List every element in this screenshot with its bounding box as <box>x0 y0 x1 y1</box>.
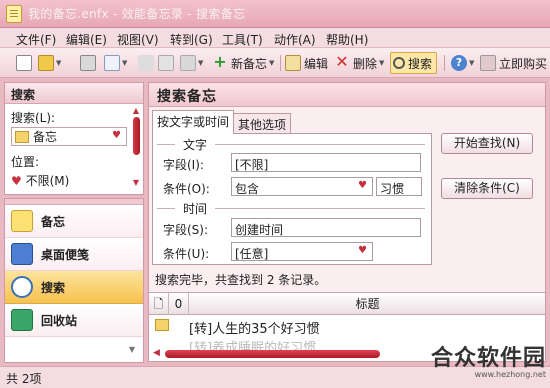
nav-item-notes[interactable]: 备忘 <box>5 205 143 238</box>
position-option[interactable]: ♥ 不限(M) <box>11 172 69 189</box>
time-group-label: 时间 <box>183 202 208 216</box>
watermark: 合众软件园 www.hezhong.net <box>418 340 546 388</box>
paste-icon <box>180 55 196 71</box>
search-label: 搜索(L): <box>11 111 56 125</box>
time-field-label: 字段(S): <box>163 223 209 237</box>
nav-options-icon[interactable]: ▼ <box>5 337 143 362</box>
tab-text-or-time[interactable]: 按文字或时间 <box>152 110 235 134</box>
delete-x-icon: ✕ <box>335 52 349 71</box>
menu-actions[interactable]: 动作(A) <box>274 31 316 48</box>
scroll-thumb[interactable] <box>132 117 140 155</box>
menu-help[interactable]: 帮助(H) <box>326 31 368 48</box>
printer-icon <box>80 55 96 71</box>
open-folder-icon <box>38 55 54 71</box>
delete-button[interactable]: ✕ 删除 ▼ <box>334 53 384 73</box>
new-doc-button[interactable] <box>16 53 32 73</box>
window-title: 我的备忘.enfx - 效能备忘录 - 搜索备忘 <box>28 7 246 21</box>
print-button[interactable] <box>80 53 96 73</box>
tab-other-options[interactable]: 其他选项 <box>233 113 292 133</box>
navigation-pane: 备忘 桌面便笺 搜索 回收站 ▼ <box>4 198 144 363</box>
help-button[interactable]: ? ▼ <box>451 53 474 73</box>
search-panel: 搜索备忘 按文字或时间 其他选项 文字 字段(I): [不限] 条件(O): 包… <box>148 82 546 362</box>
menu-goto[interactable]: 转到(G) <box>170 31 213 48</box>
text-condition-select[interactable]: 包含 ♥ <box>231 177 373 196</box>
cut-button[interactable] <box>138 53 154 73</box>
help-icon: ? <box>451 55 467 71</box>
copy-button[interactable] <box>158 53 174 73</box>
scroll-down-icon: ▼ <box>132 178 140 187</box>
text-field-label: 字段(I): <box>163 158 204 172</box>
plus-icon: + <box>213 52 227 71</box>
sticky-note-icon <box>11 243 33 265</box>
nav-item-search[interactable]: 搜索 <box>5 271 143 304</box>
table-row[interactable]: [转]人生的35个好习惯 <box>149 315 545 337</box>
text-field-select[interactable]: [不限] <box>231 153 421 172</box>
new-doc-icon <box>16 55 32 71</box>
item-count: 共 2项 <box>6 372 42 386</box>
left-search-header: 搜索 <box>5 83 143 104</box>
magnifier-icon <box>11 276 33 298</box>
preview-icon <box>104 55 120 71</box>
search-folder-combo[interactable]: 备忘 ♥ <box>11 127 127 146</box>
search-button[interactable]: 搜索 <box>390 52 438 74</box>
start-search-button[interactable]: 开始查找(N) <box>441 133 533 154</box>
recycle-bin-icon <box>11 309 33 331</box>
heart-dropdown-icon: ♥ <box>358 180 367 191</box>
nav-item-sticky-notes[interactable]: 桌面便笺 <box>5 238 143 271</box>
text-group-label: 文字 <box>183 138 208 152</box>
open-button[interactable]: ▼ <box>38 53 61 73</box>
title-bar: 我的备忘.enfx - 效能备忘录 - 搜索备忘 <box>0 0 550 28</box>
results-hscrollbar[interactable]: ◀ <box>149 348 429 360</box>
cart-icon <box>480 55 496 71</box>
pencil-icon <box>285 55 301 71</box>
copy-icon <box>158 55 174 71</box>
menu-file[interactable]: 文件(F) <box>16 31 56 48</box>
column-attachment-icon[interactable]: 0 <box>169 293 189 315</box>
position-label: 位置: <box>11 155 40 169</box>
heart-dropdown-icon: ♥ <box>112 130 121 141</box>
scroll-thumb[interactable] <box>165 350 380 358</box>
search-panel-title: 搜索备忘 <box>149 83 545 107</box>
paste-button[interactable]: ▼ <box>180 53 203 73</box>
left-search-panel: 搜索 搜索(L): 备忘 ♥ 位置: ♥ 不限(M) ▲ ▼ <box>4 82 144 195</box>
menu-view[interactable]: 视图(V) <box>117 31 159 48</box>
watermark-text: 合众软件园 <box>430 346 546 371</box>
time-condition-select[interactable]: [任意] ♥ <box>231 242 373 261</box>
folder-icon <box>155 319 169 331</box>
scroll-up-icon: ▲ <box>132 106 140 115</box>
row-title: [转]人生的35个好习惯 <box>189 322 320 337</box>
menu-bar: 文件(F) 编辑(E) 视图(V) 转到(G) 工具(T) 动作(A) 帮助(H… <box>0 28 550 48</box>
scroll-left-icon: ◀ <box>153 348 160 358</box>
clear-criteria-button[interactable]: 清除条件(C) <box>441 178 533 199</box>
text-condition-label: 条件(O): <box>163 182 210 196</box>
folder-icon <box>15 130 29 143</box>
search-folder-value: 备忘 <box>33 130 58 144</box>
toolbar: ▼ ▼ ▼ + 新备忘 ▼ 编辑 ✕ 删除 ▼ 搜索 ? ▼ 立即购买 <box>0 48 550 78</box>
keyword-input[interactable]: 习惯 <box>376 177 422 196</box>
scissors-icon <box>138 55 154 71</box>
search-result-message: 搜索完毕，共查找到 2 条记录。 <box>155 273 327 287</box>
note-icon <box>11 210 33 232</box>
menu-tools[interactable]: 工具(T) <box>222 31 263 48</box>
preview-button[interactable]: ▼ <box>104 53 127 73</box>
edit-button[interactable]: 编辑 <box>285 53 328 73</box>
heart-dropdown-icon: ♥ <box>358 245 367 256</box>
criteria-panel: 文字 字段(I): [不限] 条件(O): 包含 ♥ 习惯 时间 字段(S): … <box>152 133 432 265</box>
left-search-scrollbar[interactable]: ▲ ▼ <box>131 107 141 193</box>
new-note-button[interactable]: + 新备忘 ▼ <box>212 53 274 73</box>
heart-radio-icon: ♥ <box>11 174 22 188</box>
column-title[interactable]: 标题 <box>189 293 545 315</box>
buy-button[interactable]: 立即购买 <box>480 53 547 73</box>
nav-item-recycle-bin[interactable]: 回收站 <box>5 304 143 337</box>
search-icon <box>393 57 405 69</box>
menu-edit[interactable]: 编辑(E) <box>66 31 107 48</box>
app-icon <box>6 5 22 23</box>
time-condition-label: 条件(U): <box>163 247 210 261</box>
column-doc-icon[interactable]: 🗋 <box>149 293 169 315</box>
time-field-select[interactable]: 创建时间 <box>231 218 421 237</box>
